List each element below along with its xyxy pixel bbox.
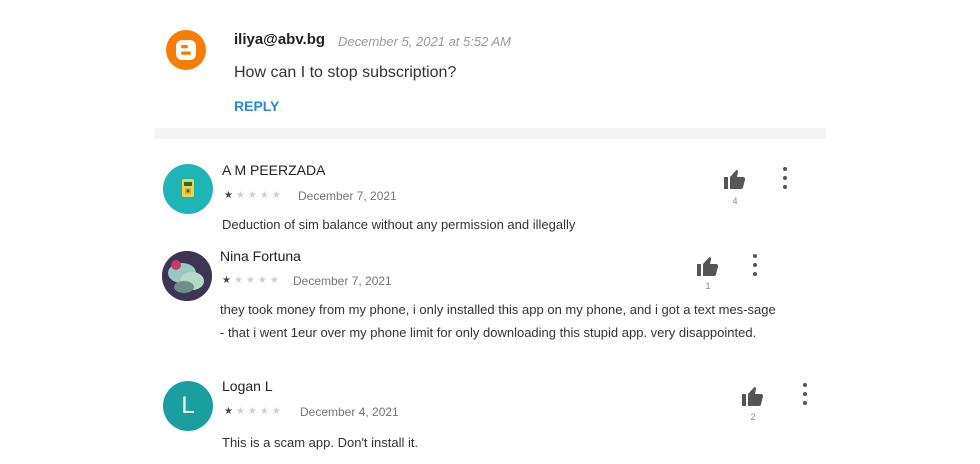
reviewer-name: A M PEERZADA (222, 162, 326, 178)
reviewer-name: Nina Fortuna (220, 248, 301, 264)
more-options-icon[interactable] (780, 167, 790, 189)
review-date: December 7, 2021 (298, 189, 397, 203)
more-options-icon[interactable] (750, 254, 760, 276)
comment-date[interactable]: December 5, 2021 at 5:52 AM (338, 34, 511, 49)
star-filled-icon: ★ (222, 275, 234, 286)
review-text: they took money from my phone, i only in… (220, 302, 776, 340)
avatar-initial: L (181, 392, 195, 419)
more-options-icon[interactable] (800, 383, 810, 405)
star-rating: ★★★★★ (224, 406, 284, 417)
avatar (163, 164, 213, 214)
star-rating: ★★★★★ (222, 275, 282, 286)
reviewer-name: Logan L (222, 378, 273, 394)
avatar (162, 251, 212, 301)
review-date: December 4, 2021 (300, 405, 399, 419)
like-count: 1 (705, 281, 711, 291)
avatar: L (163, 381, 213, 431)
section-divider (154, 128, 826, 139)
blogger-icon (166, 30, 206, 70)
comment-author[interactable]: iliya@abv.bg (234, 31, 325, 48)
thumbs-up-icon[interactable] (696, 255, 720, 277)
review-date: December 7, 2021 (293, 274, 392, 288)
comment-text: How can I to stop subscription? (234, 64, 457, 81)
star-filled-icon: ★ (224, 190, 236, 201)
blog-comment: iliya@abv.bg December 5, 2021 at 5:52 AM… (0, 0, 980, 128)
thumbs-up-icon[interactable] (741, 385, 765, 407)
like-count: 4 (732, 196, 738, 206)
like-count: 2 (750, 412, 756, 422)
star-empty-icon: ★★★★ (235, 406, 284, 417)
reply-button[interactable]: REPLY (234, 98, 279, 114)
review-text: Deduction of sim balance without any per… (222, 217, 576, 232)
star-rating: ★★★★★ (224, 190, 284, 201)
star-empty-icon: ★★★★ (235, 190, 284, 201)
thumbs-up-icon[interactable] (723, 168, 747, 190)
review-text: This is a scam app. Don't install it. (222, 435, 419, 450)
star-empty-icon: ★★★★ (233, 275, 282, 286)
star-filled-icon: ★ (224, 406, 236, 417)
